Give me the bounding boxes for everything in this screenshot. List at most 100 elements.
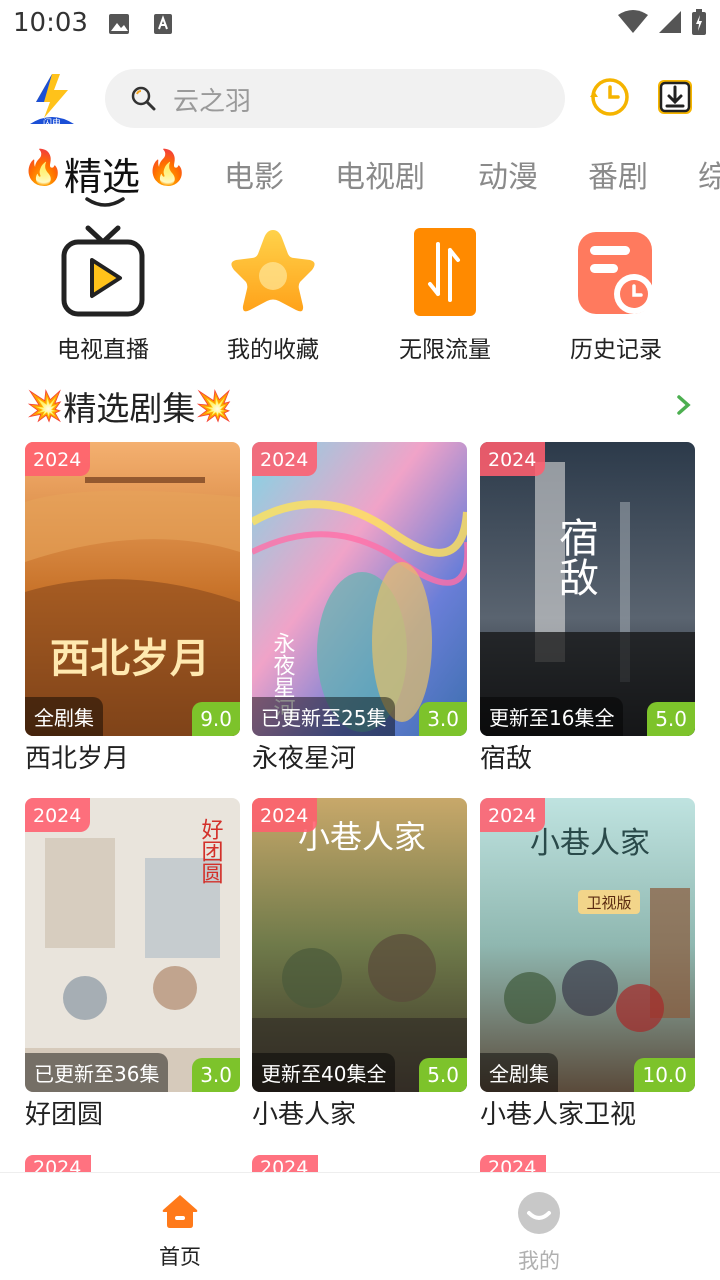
poster-art: 宿敌 bbox=[480, 442, 695, 736]
tab-movies[interactable]: 电影 bbox=[224, 152, 284, 196]
card-title[interactable]: 小巷人家 bbox=[252, 1094, 467, 1131]
quick-action-label: 无限流量 bbox=[399, 337, 491, 363]
nav-profile[interactable]: 我的 bbox=[479, 1191, 599, 1275]
card-title[interactable]: 好团圆 bbox=[25, 1094, 240, 1131]
quick-action-label: 电视直播 bbox=[57, 337, 149, 363]
flame-icon: 🔥 bbox=[146, 148, 189, 188]
chevron-right-icon[interactable] bbox=[676, 394, 692, 420]
download-button[interactable] bbox=[655, 77, 695, 117]
card-title[interactable]: 小巷人家卫视 bbox=[480, 1094, 695, 1131]
status-badge: 全剧集 bbox=[480, 1053, 558, 1092]
status-badge: 更新至16集全 bbox=[480, 697, 624, 736]
quick-action-unlimited-data[interactable]: 无限流量 bbox=[359, 222, 531, 364]
nav-label: 首页 bbox=[159, 1245, 201, 1269]
poster-art: 好团圆 bbox=[25, 798, 240, 1092]
card-title[interactable]: 西北岁月 bbox=[25, 738, 240, 775]
poster[interactable]: 西北岁月 2024 全剧集 9.0 bbox=[25, 442, 240, 736]
year-badge: 2024 bbox=[252, 442, 318, 476]
history-record-icon bbox=[530, 222, 702, 320]
score-badge: 10.0 bbox=[634, 1058, 695, 1092]
signal-icon bbox=[658, 10, 682, 38]
flame-icon: 🔥 bbox=[22, 148, 65, 188]
logo-text: 闪电 bbox=[43, 117, 61, 128]
poster[interactable]: 小巷人家 2024 更新至40集全 5.0 bbox=[252, 798, 467, 1092]
burst-icon: 💥 bbox=[195, 388, 233, 424]
app-logo[interactable]: 闪电 bbox=[22, 72, 82, 129]
year-badge: 2024 bbox=[480, 442, 546, 476]
score-badge: 3.0 bbox=[419, 702, 467, 736]
clock: 10:03 bbox=[13, 8, 88, 38]
year-badge: 2024 bbox=[25, 442, 91, 476]
quick-action-label: 历史记录 bbox=[570, 337, 662, 363]
section-title: 精选剧集 bbox=[63, 389, 196, 428]
poster-text: 小巷人家 bbox=[530, 826, 650, 861]
search-bar[interactable]: 云之羽 bbox=[105, 69, 565, 128]
card-title[interactable]: 永夜星河 bbox=[252, 738, 467, 775]
poster-text: 好团圆 bbox=[198, 818, 224, 884]
drama-card[interactable]: 好团圆 2024 已更新至36集 3.0 好团圆 bbox=[25, 798, 240, 1131]
tv-play-icon bbox=[17, 222, 189, 320]
poster-art: 小巷人家 卫视版 bbox=[480, 798, 695, 1092]
status-badge: 已更新至36集 bbox=[25, 1053, 169, 1092]
battery-charging-icon bbox=[692, 9, 706, 39]
score-badge: 5.0 bbox=[419, 1058, 467, 1092]
category-tabs: 🔥 精选 🔥 电影 电视剧 动漫 番剧 综 bbox=[0, 140, 720, 210]
score-badge: 5.0 bbox=[647, 702, 695, 736]
poster-text: 西北岁月 bbox=[50, 636, 210, 682]
accessibility-icon bbox=[153, 13, 173, 39]
history-button[interactable] bbox=[588, 75, 632, 119]
poster-text: 小巷人家 bbox=[298, 818, 426, 856]
status-badge: 全剧集 bbox=[25, 697, 103, 736]
home-icon bbox=[120, 1191, 240, 1235]
tab-anime[interactable]: 动漫 bbox=[478, 152, 538, 196]
year-badge: 2024 bbox=[25, 798, 91, 832]
nav-label: 我的 bbox=[518, 1249, 560, 1273]
poster[interactable]: 好团圆 2024 已更新至36集 3.0 bbox=[25, 798, 240, 1092]
poster-badge: 卫视版 bbox=[586, 894, 631, 912]
wifi-icon bbox=[618, 10, 648, 38]
year-badge: 2024 bbox=[480, 798, 546, 832]
score-badge: 9.0 bbox=[192, 702, 240, 736]
tab-featured[interactable]: 精选 bbox=[64, 146, 140, 201]
quick-action-history[interactable]: 历史记录 bbox=[530, 222, 702, 364]
quick-action-tv-live[interactable]: 电视直播 bbox=[17, 222, 189, 364]
quick-action-favorites[interactable]: 我的收藏 bbox=[187, 222, 359, 364]
status-badge: 已更新至25集 bbox=[252, 697, 396, 736]
quick-action-label: 我的收藏 bbox=[227, 337, 319, 363]
poster-art: 小巷人家 bbox=[252, 798, 467, 1092]
poster[interactable]: 永夜星河 2024 已更新至25集 3.0 bbox=[252, 442, 467, 736]
year-badge: 2024 bbox=[252, 798, 318, 832]
star-icon bbox=[187, 222, 359, 320]
search-icon bbox=[130, 85, 156, 115]
download-icon bbox=[655, 80, 695, 121]
poster-art: 西北岁月 bbox=[25, 442, 240, 736]
history-icon bbox=[588, 78, 632, 123]
drama-card[interactable]: 西北岁月 2024 全剧集 9.0 西北岁月 bbox=[25, 442, 240, 775]
tab-tv-series[interactable]: 电视剧 bbox=[335, 152, 425, 196]
tab-bangumi[interactable]: 番剧 bbox=[588, 152, 648, 196]
drama-card[interactable]: 小巷人家 卫视版 2024 全剧集 10.0 小巷人家卫视 bbox=[480, 798, 695, 1131]
drama-card[interactable]: 小巷人家 2024 更新至40集全 5.0 小巷人家 bbox=[252, 798, 467, 1131]
image-icon bbox=[108, 13, 130, 39]
score-badge: 3.0 bbox=[192, 1058, 240, 1092]
poster-art: 永夜星河 bbox=[252, 442, 467, 736]
tab-variety[interactable]: 综 bbox=[698, 152, 720, 196]
status-bar: 10:03 bbox=[0, 0, 720, 48]
burst-icon: 💥 bbox=[26, 388, 64, 424]
drama-card[interactable]: 永夜星河 2024 已更新至25集 3.0 永夜星河 bbox=[252, 442, 467, 775]
nav-home[interactable]: 首页 bbox=[120, 1191, 240, 1271]
profile-icon bbox=[479, 1191, 599, 1239]
bottom-nav: 首页 我的 bbox=[0, 1172, 720, 1280]
status-badge: 更新至40集全 bbox=[252, 1053, 396, 1092]
active-tab-indicator bbox=[85, 194, 125, 210]
top-header: 闪电 云之羽 bbox=[0, 60, 720, 136]
search-input[interactable]: 云之羽 bbox=[173, 81, 251, 118]
poster-text: 宿敌 bbox=[552, 517, 598, 597]
poster[interactable]: 小巷人家 卫视版 2024 全剧集 10.0 bbox=[480, 798, 695, 1092]
section-header: 💥 精选剧集 💥 bbox=[26, 382, 233, 430]
data-traffic-icon bbox=[359, 222, 531, 320]
quick-actions: 电视直播 我的收藏 无限流量 历史记录 bbox=[0, 222, 720, 364]
card-title[interactable]: 宿敌 bbox=[480, 738, 695, 775]
drama-card[interactable]: 宿敌 2024 更新至16集全 5.0 宿敌 bbox=[480, 442, 695, 775]
poster[interactable]: 宿敌 2024 更新至16集全 5.0 bbox=[480, 442, 695, 736]
